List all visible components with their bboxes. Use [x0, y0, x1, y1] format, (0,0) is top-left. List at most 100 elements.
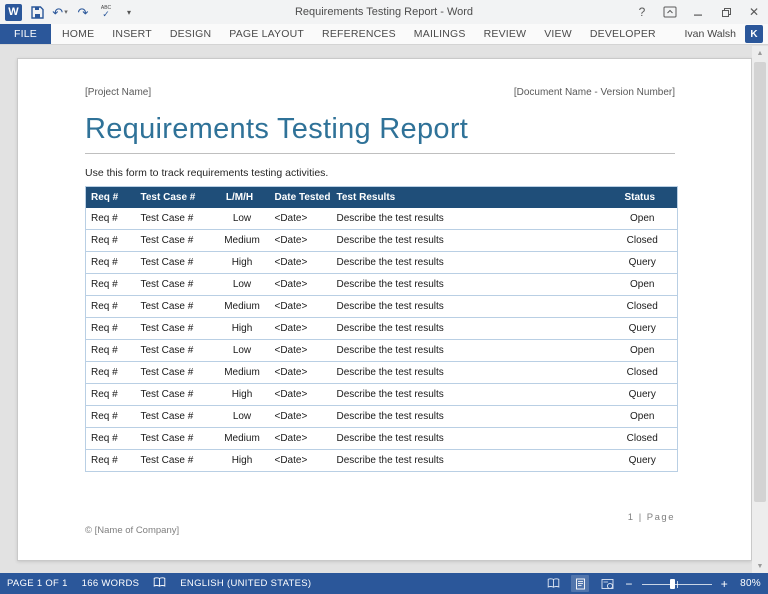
cell-results[interactable]: Describe the test results	[332, 208, 603, 230]
column-header-status[interactable]: Status	[603, 187, 678, 208]
tab-home[interactable]: HOME	[53, 24, 103, 44]
proofing-status-button[interactable]	[153, 577, 166, 591]
cell-test-case[interactable]: Test Case #	[136, 230, 210, 252]
cell-results[interactable]: Describe the test results	[332, 362, 603, 384]
cell-test-case[interactable]: Test Case #	[136, 428, 210, 450]
web-layout-button[interactable]	[598, 575, 616, 592]
zoom-slider[interactable]	[642, 578, 712, 590]
document-page[interactable]: [Project Name] [Document Name - Version …	[17, 58, 752, 561]
cell-date[interactable]: <Date>	[270, 318, 332, 340]
cell-date[interactable]: <Date>	[270, 274, 332, 296]
save-button[interactable]	[29, 2, 45, 22]
cell-date[interactable]: <Date>	[270, 296, 332, 318]
cell-lmh[interactable]: High	[210, 450, 270, 472]
undo-button[interactable]: ↶ ▾	[52, 2, 68, 22]
tab-view[interactable]: VIEW	[535, 24, 581, 44]
help-button[interactable]: ?	[628, 0, 656, 24]
cell-lmh[interactable]: Low	[210, 274, 270, 296]
header-document-name[interactable]: [Document Name - Version Number]	[514, 87, 675, 98]
cell-status[interactable]: Query	[603, 318, 678, 340]
minimize-button[interactable]	[684, 0, 712, 24]
footer-page-number[interactable]: 1 | Page	[85, 512, 675, 523]
cell-req[interactable]: Req #	[86, 384, 136, 406]
cell-lmh[interactable]: Low	[210, 406, 270, 428]
language-indicator[interactable]: ENGLISH (UNITED STATES)	[180, 578, 311, 589]
scroll-down-icon[interactable]: ▼	[752, 559, 768, 573]
cell-test-case[interactable]: Test Case #	[136, 252, 210, 274]
cell-req[interactable]: Req #	[86, 406, 136, 428]
cell-test-case[interactable]: Test Case #	[136, 384, 210, 406]
document-title[interactable]: Requirements Testing Report	[85, 113, 675, 146]
scroll-up-icon[interactable]: ▲	[752, 46, 768, 60]
cell-req[interactable]: Req #	[86, 296, 136, 318]
tab-references[interactable]: REFERENCES	[313, 24, 405, 44]
cell-test-case[interactable]: Test Case #	[136, 362, 210, 384]
cell-date[interactable]: <Date>	[270, 406, 332, 428]
column-header-test-case[interactable]: Test Case #	[136, 187, 210, 208]
cell-test-case[interactable]: Test Case #	[136, 450, 210, 472]
cell-test-case[interactable]: Test Case #	[136, 274, 210, 296]
cell-req[interactable]: Req #	[86, 274, 136, 296]
cell-results[interactable]: Describe the test results	[332, 274, 603, 296]
cell-lmh[interactable]: Medium	[210, 362, 270, 384]
column-header-req[interactable]: Req #	[86, 187, 136, 208]
cell-lmh[interactable]: High	[210, 252, 270, 274]
ribbon-display-options-button[interactable]	[656, 0, 684, 24]
cell-req[interactable]: Req #	[86, 208, 136, 230]
tab-insert[interactable]: INSERT	[103, 24, 161, 44]
column-header-test-results[interactable]: Test Results	[332, 187, 603, 208]
cell-date[interactable]: <Date>	[270, 230, 332, 252]
cell-status[interactable]: Closed	[603, 362, 678, 384]
zoom-level[interactable]: 80%	[737, 578, 761, 589]
cell-results[interactable]: Describe the test results	[332, 230, 603, 252]
word-app-icon[interactable]: W	[5, 2, 22, 22]
cell-status[interactable]: Open	[603, 208, 678, 230]
zoom-out-button[interactable]: −	[625, 578, 632, 590]
cell-date[interactable]: <Date>	[270, 450, 332, 472]
cell-req[interactable]: Req #	[86, 318, 136, 340]
cell-req[interactable]: Req #	[86, 450, 136, 472]
cell-lmh[interactable]: High	[210, 318, 270, 340]
cell-status[interactable]: Open	[603, 274, 678, 296]
cell-req[interactable]: Req #	[86, 428, 136, 450]
print-layout-button[interactable]	[571, 575, 589, 592]
cell-date[interactable]: <Date>	[270, 362, 332, 384]
customize-qat-button[interactable]: ▾	[121, 2, 137, 22]
cell-lmh[interactable]: Medium	[210, 428, 270, 450]
cell-lmh[interactable]: Medium	[210, 296, 270, 318]
cell-date[interactable]: <Date>	[270, 428, 332, 450]
cell-results[interactable]: Describe the test results	[332, 450, 603, 472]
footer-company[interactable]: © [Name of Company]	[85, 525, 675, 536]
column-header-date-tested[interactable]: Date Tested	[270, 187, 332, 208]
cell-date[interactable]: <Date>	[270, 208, 332, 230]
avatar[interactable]: K	[745, 25, 763, 43]
cell-req[interactable]: Req #	[86, 252, 136, 274]
cell-date[interactable]: <Date>	[270, 340, 332, 362]
cell-lmh[interactable]: Medium	[210, 230, 270, 252]
cell-results[interactable]: Describe the test results	[332, 252, 603, 274]
redo-button[interactable]: ↷	[75, 2, 91, 22]
cell-req[interactable]: Req #	[86, 362, 136, 384]
cell-status[interactable]: Closed	[603, 230, 678, 252]
cell-status[interactable]: Query	[603, 252, 678, 274]
word-count[interactable]: 166 WORDS	[82, 578, 140, 589]
cell-results[interactable]: Describe the test results	[332, 384, 603, 406]
tab-file[interactable]: FILE	[0, 24, 51, 44]
cell-test-case[interactable]: Test Case #	[136, 406, 210, 428]
user-name[interactable]: Ivan Walsh	[684, 28, 736, 40]
cell-lmh[interactable]: Low	[210, 340, 270, 362]
cell-lmh[interactable]: Low	[210, 208, 270, 230]
cell-date[interactable]: <Date>	[270, 252, 332, 274]
cell-status[interactable]: Query	[603, 450, 678, 472]
cell-lmh[interactable]: High	[210, 384, 270, 406]
scrollbar-thumb[interactable]	[754, 62, 766, 502]
cell-test-case[interactable]: Test Case #	[136, 208, 210, 230]
tab-developer[interactable]: DEVELOPER	[581, 24, 665, 44]
cell-results[interactable]: Describe the test results	[332, 428, 603, 450]
cell-test-case[interactable]: Test Case #	[136, 318, 210, 340]
cell-results[interactable]: Describe the test results	[332, 296, 603, 318]
vertical-scrollbar[interactable]: ▲ ▼	[752, 46, 768, 573]
intro-text[interactable]: Use this form to track requirements test…	[85, 167, 675, 179]
cell-test-case[interactable]: Test Case #	[136, 340, 210, 362]
page-indicator[interactable]: PAGE 1 OF 1	[7, 578, 68, 589]
